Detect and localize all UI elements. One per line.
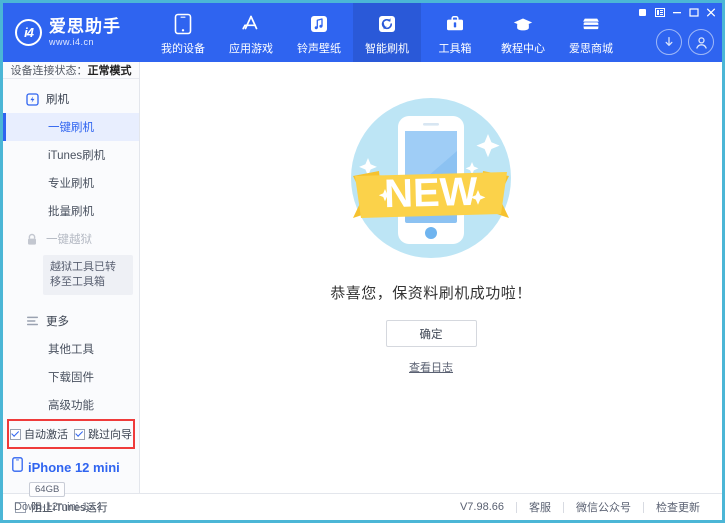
status-bar-right: V7.98.66 客服 微信公众号 检查更新 — [448, 499, 712, 515]
nav-label: 应用游戏 — [229, 40, 273, 56]
nav-label: 智能刷机 — [365, 40, 409, 56]
nav-item-smart-flash[interactable]: 智能刷机 — [353, 3, 421, 62]
check-update-link[interactable]: 检查更新 — [644, 499, 712, 515]
confirm-button[interactable]: 确定 — [386, 320, 477, 347]
main-content: NEW 恭喜您，保资料刷机成功啦！ 确定 查看日志 — [140, 62, 722, 493]
nav-item-ringtones-wallpaper[interactable]: 铃声壁纸 — [285, 3, 353, 62]
device-phone-icon — [12, 457, 23, 477]
graduation-cap-icon — [512, 13, 534, 35]
logo-title: 爱思助手 — [49, 18, 121, 35]
appstore-icon — [240, 13, 262, 35]
logo-mark-text: i4 — [24, 25, 33, 40]
nav-item-apps-games[interactable]: 应用游戏 — [217, 3, 285, 62]
body: 设备连接状态：正常模式 刷机 一键刷机 iTunes刷机 专业刷机 — [3, 62, 722, 493]
sidebar-item-advanced[interactable]: 高级功能 — [3, 391, 139, 419]
sidebar-group-more[interactable]: 更多 — [3, 307, 139, 335]
sidebar-group-flash[interactable]: 刷机 — [3, 85, 139, 113]
app-logo: i4 爱思助手 www.i4.cn — [3, 3, 143, 62]
lock-icon — [25, 232, 39, 246]
sidebar-group-label: 更多 — [46, 313, 69, 329]
nav-item-tutorial-center[interactable]: 教程中心 — [489, 3, 557, 62]
app-window: i4 爱思助手 www.i4.cn 我的设备 应用游戏 — [0, 0, 725, 523]
close-icon[interactable] — [703, 5, 718, 19]
wechat-official-link[interactable]: 微信公众号 — [564, 499, 643, 515]
sidebar-item-label: 高级功能 — [48, 397, 94, 413]
connection-status-label: 设备连接状态： — [11, 62, 88, 78]
checkbox-auto-activate[interactable]: 自动激活 — [10, 426, 68, 442]
sidebar-item-batch-flash[interactable]: 批量刷机 — [3, 197, 139, 225]
sidebar-item-label: 一键刷机 — [48, 119, 94, 135]
flash-icon — [25, 92, 39, 106]
download-icon[interactable] — [656, 29, 682, 55]
sidebar-menu: 刷机 一键刷机 iTunes刷机 专业刷机 批量刷机 — [3, 79, 139, 419]
flash-options-highlight: 自动激活 跳过向导 — [7, 419, 135, 449]
customer-service-link[interactable]: 客服 — [517, 499, 563, 515]
version-label: V7.98.66 — [448, 501, 516, 513]
i4-logo-icon: i4 — [15, 19, 42, 46]
nav-item-store[interactable]: 爱思商城 — [557, 3, 625, 62]
nav-label: 工具箱 — [439, 40, 472, 56]
nav-label: 教程中心 — [501, 40, 545, 56]
nav-item-toolbox[interactable]: 工具箱 — [421, 3, 489, 62]
sidebar-item-itunes-flash[interactable]: iTunes刷机 — [3, 141, 139, 169]
shop-icon — [580, 13, 602, 35]
nav-label: 爱思商城 — [569, 40, 613, 56]
music-icon — [308, 13, 330, 35]
device-capacity: 64GB — [29, 482, 65, 497]
jailbreak-tooltip: 越狱工具已转移至工具箱 — [43, 255, 133, 295]
device-model: Down-12mini-13,1 — [14, 501, 139, 513]
sidebar-item-other-tools[interactable]: 其他工具 — [3, 335, 139, 363]
device-info[interactable]: iPhone 12 mini 64GB Down-12mini-13,1 — [3, 453, 139, 521]
sidebar-item-label: 下载固件 — [48, 369, 94, 385]
connection-status: 设备连接状态：正常模式 — [3, 62, 139, 79]
minimize-icon[interactable] — [669, 5, 684, 19]
device-name: iPhone 12 mini — [28, 460, 120, 475]
skin-icon[interactable] — [635, 5, 650, 19]
sidebar-item-label: 其他工具 — [48, 341, 94, 357]
success-message: 恭喜您，保资料刷机成功啦！ — [330, 282, 532, 303]
checkbox-skip-wizard[interactable]: 跳过向导 — [74, 426, 132, 442]
sidebar-item-label: 一键越狱 — [46, 231, 92, 247]
header-actions — [656, 29, 714, 55]
new-badge-phone-illustration: NEW — [341, 88, 521, 268]
view-log-link[interactable]: 查看日志 — [409, 359, 453, 375]
checkbox-label: 跳过向导 — [88, 426, 132, 442]
logo-url: www.i4.cn — [49, 38, 121, 47]
jailbreak-tooltip-text: 越狱工具已转移至工具箱 — [50, 261, 116, 288]
menu-icon[interactable] — [652, 5, 667, 19]
checkbox-icon[interactable] — [10, 429, 21, 440]
sidebar-item-download-firmware[interactable]: 下载固件 — [3, 363, 139, 391]
list-icon — [25, 314, 39, 328]
app-header: i4 爱思助手 www.i4.cn 我的设备 应用游戏 — [3, 3, 722, 62]
sidebar-bottom: 自动激活 跳过向导 iPhone 12 mini 64GB — [3, 419, 139, 521]
sidebar-item-label: 批量刷机 — [48, 203, 94, 219]
main-nav: 我的设备 应用游戏 铃声壁纸 智能刷机 — [149, 3, 625, 62]
nav-item-my-device[interactable]: 我的设备 — [149, 3, 217, 62]
sidebar-item-jailbreak: 一键越狱 — [3, 225, 139, 253]
sidebar-item-one-key-flash[interactable]: 一键刷机 — [3, 113, 139, 141]
toolbox-icon — [444, 13, 466, 35]
sidebar-item-label: iTunes刷机 — [48, 147, 105, 163]
window-controls — [635, 5, 718, 19]
checkbox-label: 自动激活 — [24, 426, 68, 442]
phone-icon — [172, 13, 194, 35]
refresh-icon — [376, 13, 398, 35]
maximize-icon[interactable] — [686, 5, 701, 19]
nav-label: 我的设备 — [161, 40, 205, 56]
nav-label: 铃声壁纸 — [297, 40, 341, 56]
checkbox-icon[interactable] — [74, 429, 85, 440]
sidebar-item-pro-flash[interactable]: 专业刷机 — [3, 169, 139, 197]
connection-status-value: 正常模式 — [88, 62, 132, 78]
ribbon-text: NEW — [384, 170, 479, 216]
sidebar-item-label: 专业刷机 — [48, 175, 94, 191]
sidebar-group-label: 刷机 — [46, 91, 69, 107]
sidebar: 设备连接状态：正常模式 刷机 一键刷机 iTunes刷机 专业刷机 — [3, 62, 140, 493]
account-icon[interactable] — [688, 29, 714, 55]
